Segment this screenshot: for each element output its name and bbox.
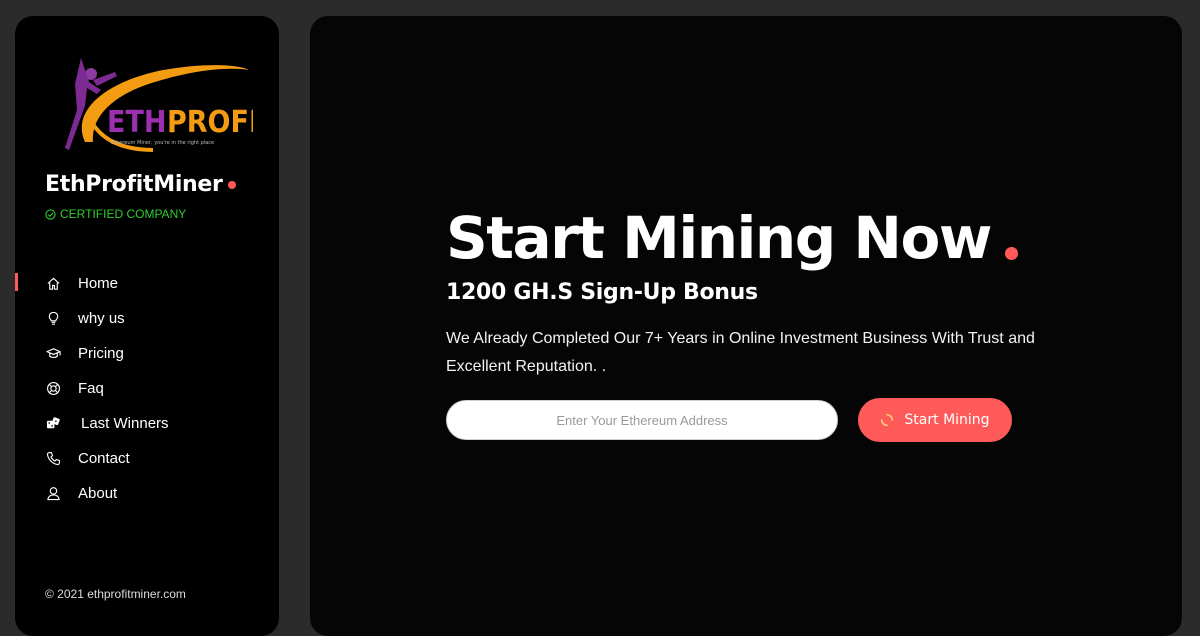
brand-dot [227, 181, 236, 189]
sidebar-item-last-winners[interactable]: Last Winners [15, 406, 279, 441]
user-icon [45, 486, 61, 502]
hero-title: Start Mining Now [446, 204, 1066, 272]
sidebar-item-label: Pricing [78, 345, 124, 362]
sidebar-item-label: Faq [78, 380, 104, 397]
sidebar-item-contact[interactable]: Contact [15, 441, 279, 476]
sidebar-item-label: why us [78, 310, 125, 327]
graduation-cap-icon [45, 346, 61, 362]
sidebar-item-pricing[interactable]: Pricing [15, 336, 279, 371]
sidebar-item-label: Last Winners [81, 415, 169, 432]
sidebar-item-home[interactable]: Home [15, 266, 279, 301]
hero-description: We Already Completed Our 7+ Years in Onl… [446, 330, 1035, 375]
sidebar-item-why-us[interactable]: why us [15, 301, 279, 336]
ethprofit-logo[interactable]: ETH PROFIT Ethereum Miner, you're in the… [63, 54, 253, 166]
sidebar-item-about[interactable]: About [15, 476, 279, 511]
lifebuoy-icon [45, 381, 61, 397]
certified-badge: CERTIFIED COMPANY [45, 207, 186, 221]
logo-graphic: ETH PROFIT Ethereum Miner, you're in the… [65, 58, 253, 152]
svg-text:PROFIT: PROFIT [167, 105, 253, 140]
sidebar-item-label: Home [78, 275, 119, 292]
svg-text:Ethereum Miner, you're in the: Ethereum Miner, you're in the right plac… [111, 140, 214, 146]
copyright-text: © 2021 ethprofitminer.com [45, 587, 186, 601]
sidebar-nav: Home why us Pricing Faq Last Winners Con… [15, 266, 279, 511]
brand-name: EthProfitMiner [45, 172, 236, 197]
svg-text:ETH: ETH [107, 105, 166, 140]
spinner-icon [881, 413, 894, 427]
mining-form: Start Mining [446, 398, 1066, 442]
sidebar: ETH PROFIT Ethereum Miner, you're in the… [15, 16, 279, 636]
home-icon [45, 276, 61, 292]
sidebar-item-label: About [78, 485, 118, 502]
sidebar-item-label: Contact [78, 450, 130, 467]
dice-icon [45, 416, 61, 432]
main-panel: Start Mining Now 1200 GH.S Sign-Up Bonus… [310, 16, 1182, 636]
title-dot [1004, 247, 1018, 260]
start-mining-button[interactable]: Start Mining [858, 398, 1012, 442]
lightbulb-icon [45, 311, 61, 327]
brand-text: EthProfitMiner [45, 172, 223, 197]
ethereum-address-input[interactable] [446, 400, 838, 440]
check-circle-icon [45, 208, 56, 220]
start-mining-label: Start Mining [904, 412, 990, 428]
hero-section: Start Mining Now 1200 GH.S Sign-Up Bonus… [446, 204, 1066, 442]
certified-text: CERTIFIED COMPANY [60, 207, 187, 221]
phone-icon [45, 451, 61, 467]
hero-title-text: Start Mining Now [446, 204, 992, 272]
hero-subtitle: 1200 GH.S Sign-Up Bonus [446, 280, 758, 305]
sidebar-item-faq[interactable]: Faq [15, 371, 279, 406]
